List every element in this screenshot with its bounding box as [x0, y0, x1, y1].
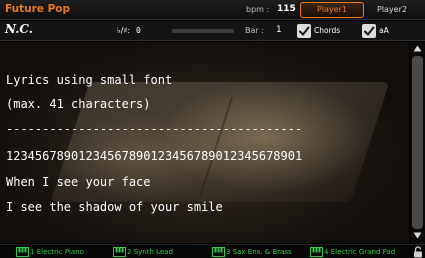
tab-player1[interactable]: Player1: [300, 2, 364, 18]
keyboard-sound-name: Electric Grand Pad: [330, 248, 396, 256]
header-bar: Future Pop bpm : 115 Player1 Player2: [0, 0, 425, 20]
keyboard-sounds-bar: 1 Electric Piano 2 Synth Lead 3 Sax Ens.…: [0, 244, 425, 258]
transpose-label: ♭/♯:: [117, 26, 131, 35]
scroll-up-icon[interactable]: [413, 44, 422, 53]
keyboard-sound-name: Sax Ens. & Brass: [232, 248, 292, 256]
bar-label: Bar :: [245, 26, 264, 35]
keyboard-sound-number: 1: [30, 248, 35, 256]
chords-checkbox-label: Chords: [314, 26, 341, 35]
lyric-line: I see the shadow of your smile: [6, 200, 223, 214]
checkmark-icon: [364, 26, 375, 36]
keyboard-sound-number: 4: [324, 248, 329, 256]
control-row: N.C. ♭/♯: 0 Bar : 1 Chords aA: [0, 21, 425, 41]
chord-name: N.C.: [5, 22, 33, 36]
song-progress-bar[interactable]: [172, 29, 234, 33]
checkmark-icon: [299, 26, 310, 36]
bpm-value[interactable]: 115: [277, 4, 296, 14]
font-size-checkbox-label: aA: [379, 26, 389, 35]
lyric-line: When I see your face: [6, 175, 151, 189]
tab-player2[interactable]: Player2: [360, 2, 424, 18]
keyboard-icon: [310, 247, 323, 257]
lyric-line: Lyrics using small font: [6, 73, 173, 87]
keyboard-sound-number: 2: [127, 248, 132, 256]
lyric-line: ----------------------------------------…: [6, 122, 303, 136]
font-size-checkbox[interactable]: [362, 24, 376, 38]
keyboard-sound-name: Synth Lead: [133, 248, 173, 256]
transpose-value[interactable]: 0: [136, 26, 141, 35]
lyric-line: (max. 41 characters): [6, 97, 151, 111]
chords-checkbox[interactable]: [297, 24, 311, 38]
scrollbar-thumb[interactable]: [412, 56, 423, 229]
song-title[interactable]: Future Pop: [5, 3, 70, 15]
lock-icon[interactable]: [413, 246, 423, 258]
bpm-label: bpm :: [246, 5, 270, 14]
lyrics-display[interactable]: Lyrics using small font (max. 41 charact…: [0, 42, 409, 243]
scroll-down-icon[interactable]: [413, 231, 422, 240]
lyric-line: 1234567890123456789012345678901234567890…: [6, 149, 303, 163]
keyboard-icon: [16, 247, 29, 257]
keyboard-sound-number: 3: [226, 248, 231, 256]
lyrics-scrollbar[interactable]: [410, 42, 425, 243]
keyboard-icon: [212, 247, 225, 257]
keyboard-sound-name: Electric Piano: [36, 248, 84, 256]
keyboard-icon: [113, 247, 126, 257]
bar-value: 1: [276, 25, 282, 35]
